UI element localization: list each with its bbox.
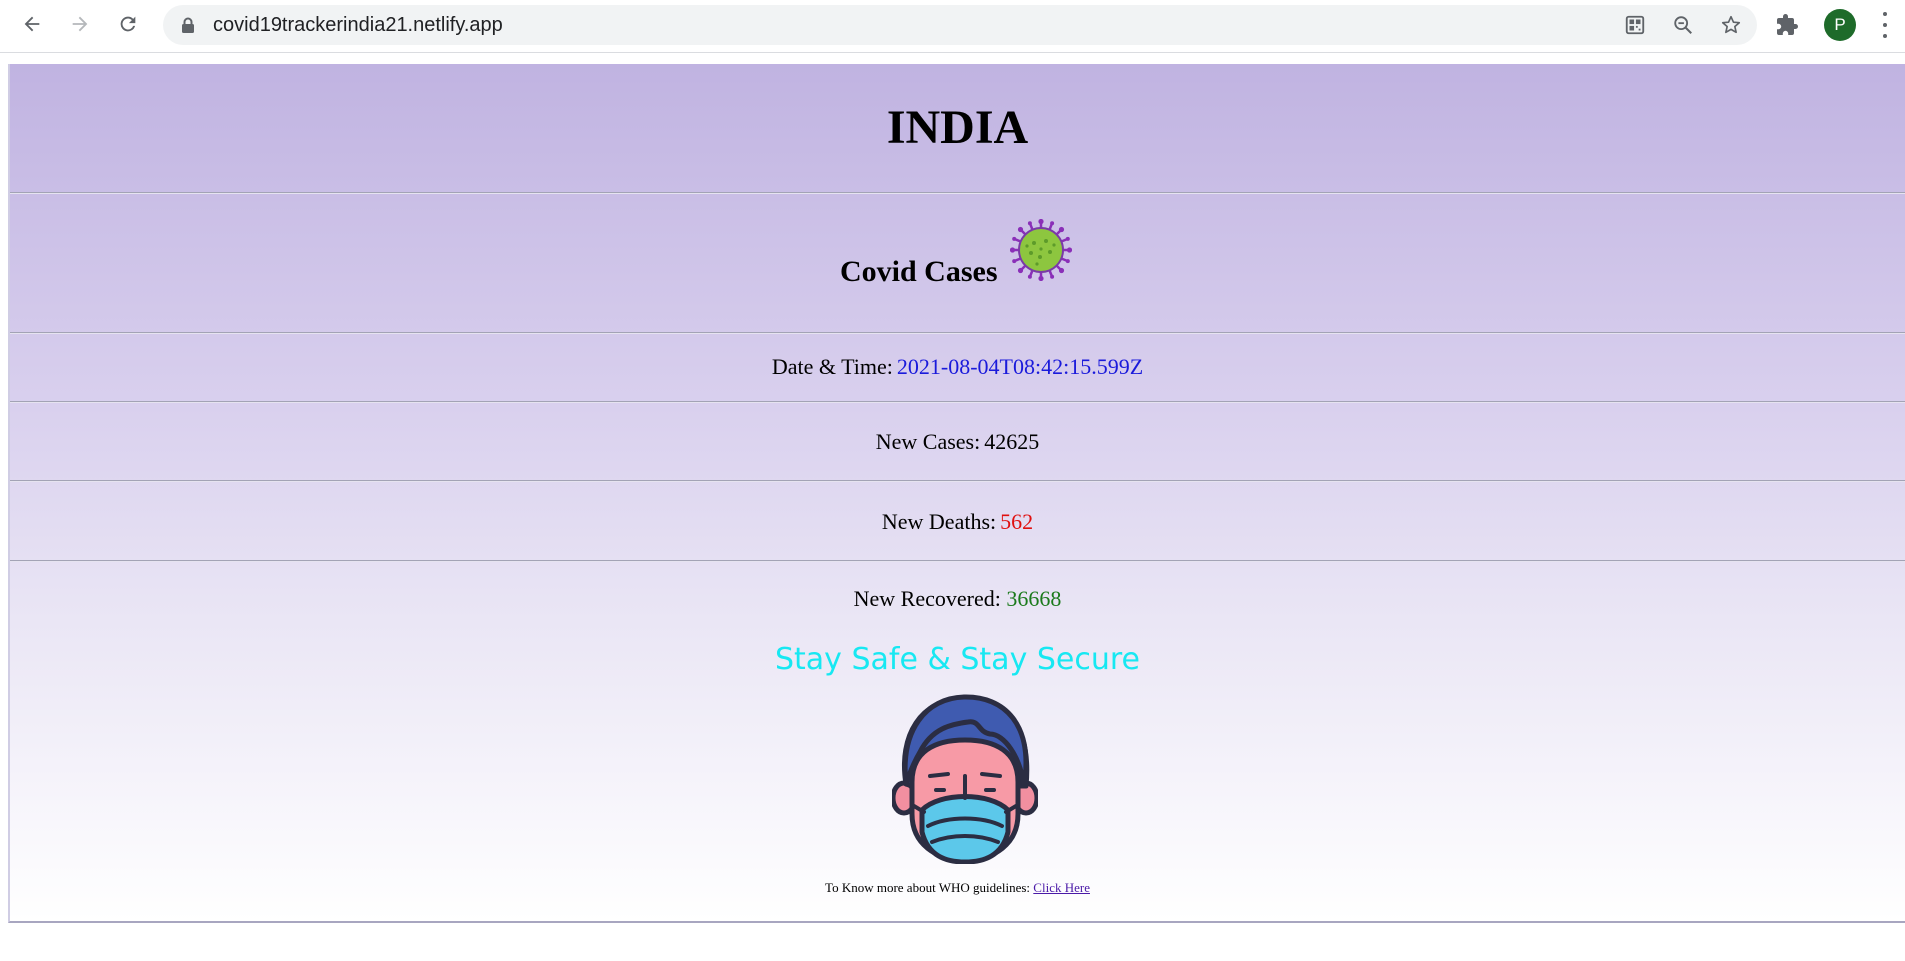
new-cases-row: New Cases: 42625 (10, 402, 1905, 481)
covid-cases-header: Covid Cases (10, 193, 1905, 333)
safety-slogan: Stay Safe & Stay Secure (774, 642, 1140, 677)
browser-toolbar: covid19trackerindia21.netlify.app P (0, 0, 1905, 53)
date-time-value: 2021-08-04T08:42:15.599Z (896, 354, 1144, 379)
new-deaths-row: New Deaths: 562 (10, 482, 1905, 561)
zoom-out-icon (1674, 16, 1692, 34)
who-guidelines-text: To Know more about WHO guidelines: (825, 880, 1031, 895)
covid-tracker-page: INDIA Covid Cases Date & Time: 2021-08-0… (8, 64, 1905, 923)
new-deaths-label: New Deaths: (881, 509, 997, 534)
new-cases-value: 42625 (984, 429, 1040, 454)
zoom-button[interactable] (1669, 11, 1697, 39)
new-recovered-row: New Recovered: 36668 (10, 586, 1905, 612)
back-icon (24, 16, 40, 32)
reload-button[interactable] (112, 8, 144, 40)
url-text[interactable]: covid19trackerindia21.netlify.app (213, 5, 503, 45)
qr-code-icon (1625, 15, 1645, 35)
new-deaths-value: 562 (1000, 509, 1034, 534)
virus-icon (1010, 219, 1072, 281)
who-guidelines: To Know more about WHO guidelines: Click… (10, 880, 1905, 896)
address-bar[interactable]: covid19trackerindia21.netlify.app (163, 5, 1757, 45)
forward-button[interactable] (64, 8, 96, 40)
date-time-label: Date & Time: (771, 354, 893, 379)
page-title: INDIA (10, 64, 1905, 193)
new-cases-label: New Cases: (875, 429, 981, 454)
new-recovered-label: New Recovered: (853, 586, 1001, 611)
menu-dots-icon[interactable] (1878, 12, 1892, 38)
new-recovered-value: 36668 (1006, 586, 1062, 611)
reload-icon (120, 16, 136, 32)
qr-code-button[interactable] (1621, 11, 1649, 39)
profile-avatar[interactable]: P (1824, 9, 1856, 41)
masked-man-icon (892, 694, 1038, 864)
who-guidelines-link[interactable]: Click Here (1033, 880, 1090, 895)
covid-cases-label: Covid Cases (840, 255, 998, 288)
extensions-button[interactable] (1772, 10, 1802, 40)
back-button[interactable] (16, 8, 48, 40)
forward-icon (72, 16, 88, 32)
lock-icon (182, 17, 194, 33)
bookmark-button[interactable] (1717, 11, 1745, 39)
extensions-puzzle-icon (1777, 14, 1798, 35)
date-time-row: Date & Time: 2021-08-04T08:42:15.599Z (10, 333, 1905, 402)
star-icon (1721, 15, 1741, 34)
